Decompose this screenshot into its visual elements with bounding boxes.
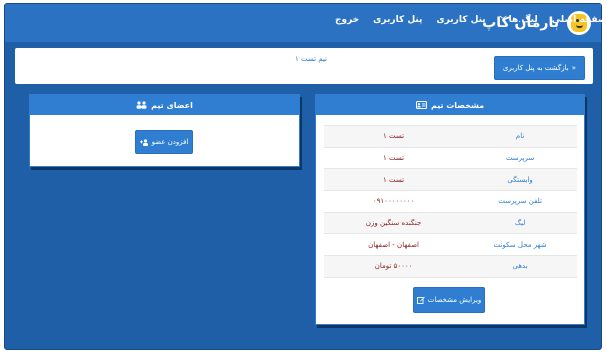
users-icon [136, 101, 147, 109]
members-panel-title: اعضای تیم [151, 100, 193, 110]
nav-item-label: لیگ ها [508, 15, 538, 25]
spec-label: بدهی [512, 262, 528, 271]
id-card-icon [415, 101, 427, 109]
spec-value: ۵۰۰۰۰ تومان [374, 262, 413, 271]
spec-label: سرپرست [505, 154, 535, 163]
add-member-label: افزودن عضو [151, 138, 189, 146]
table-row: سرپرست تست ۱ [324, 148, 577, 170]
add-member-button[interactable]: افزودن عضو [135, 130, 193, 154]
spec-value: تست ۱ [383, 154, 405, 163]
nav-menu: صفحه اصلی لیگ ها﹀ پنل کاربری پنل کاربری … [335, 15, 607, 25]
spec-value: تست ۱ [383, 132, 405, 141]
table-row: لیگ جنگنده سنگین وزن [324, 212, 577, 235]
nav-item-logout[interactable]: خروج [335, 15, 359, 25]
spec-value: تست ۱ [383, 175, 405, 184]
table-row: وابستگی تست ۱ [324, 169, 577, 192]
spec-value: اصفهان - اصفهان [368, 240, 419, 249]
edit-icon [416, 296, 425, 304]
spec-value: ۰۹۱۰۰۰۰۰۰۰۰ [372, 197, 415, 206]
top-navbar: بارمان کاپ صفحه اصلی لیگ ها﹀ پنل کاربری … [5, 4, 607, 42]
spec-label: وابستگی [507, 175, 533, 184]
back-button-label: بازگشت به پنل کاربری [502, 64, 569, 72]
spec-label: شهر محل سکونت [493, 240, 547, 249]
back-to-user-panel-button[interactable]: « بازگشت به پنل کاربری [493, 56, 585, 80]
spec-label: نام [515, 132, 525, 141]
team-panel-title: مشخصات تیم [430, 100, 485, 110]
table-row: تلفن سرپرست ۰۹۱۰۰۰۰۰۰۰۰ [324, 191, 577, 213]
table-row: بدهی ۵۰۰۰۰ تومان [324, 256, 577, 278]
spec-label: لیگ [514, 219, 526, 228]
team-details-panel: مشخصات تیم نام تست ۱ سرپرست تست ۱ وابستگ… [315, 94, 585, 325]
nav-item-user-panel[interactable]: پنل کاربری [436, 15, 485, 25]
add-user-icon [139, 138, 148, 146]
table-row: شهر محل سکونت اصفهان - اصفهان [324, 234, 577, 257]
edit-specs-label: ویرایش مشخصات [427, 296, 482, 304]
team-panel-header: مشخصات تیم [316, 95, 584, 115]
members-panel-header: اعضای تیم [30, 95, 299, 115]
chevron-down-icon: ﹀ [499, 16, 507, 24]
team-specs-table: نام تست ۱ سرپرست تست ۱ وابستگی تست ۱ تلف… [324, 125, 577, 278]
team-header-band: « بازگشت به پنل کاربری تیم تست ۱ [15, 48, 593, 84]
page-frame: بارمان کاپ صفحه اصلی لیگ ها﹀ پنل کاربری … [4, 3, 607, 350]
nav-item-user-panel-2[interactable]: پنل کاربری [373, 15, 422, 25]
team-members-panel: اعضای تیم افزودن عضو [29, 94, 300, 167]
edit-specs-button[interactable]: ویرایش مشخصات [413, 287, 485, 313]
team-title: تیم تست ۱ [295, 55, 328, 63]
back-arrow-icon: « [571, 64, 576, 72]
spec-label: تلفن سرپرست [498, 197, 542, 206]
table-row: نام تست ۱ [324, 126, 577, 148]
nav-item-home[interactable]: صفحه اصلی [552, 15, 607, 25]
nav-item-leagues[interactable]: لیگ ها﹀ [500, 15, 538, 25]
spec-value: جنگنده سنگین وزن [365, 219, 422, 228]
